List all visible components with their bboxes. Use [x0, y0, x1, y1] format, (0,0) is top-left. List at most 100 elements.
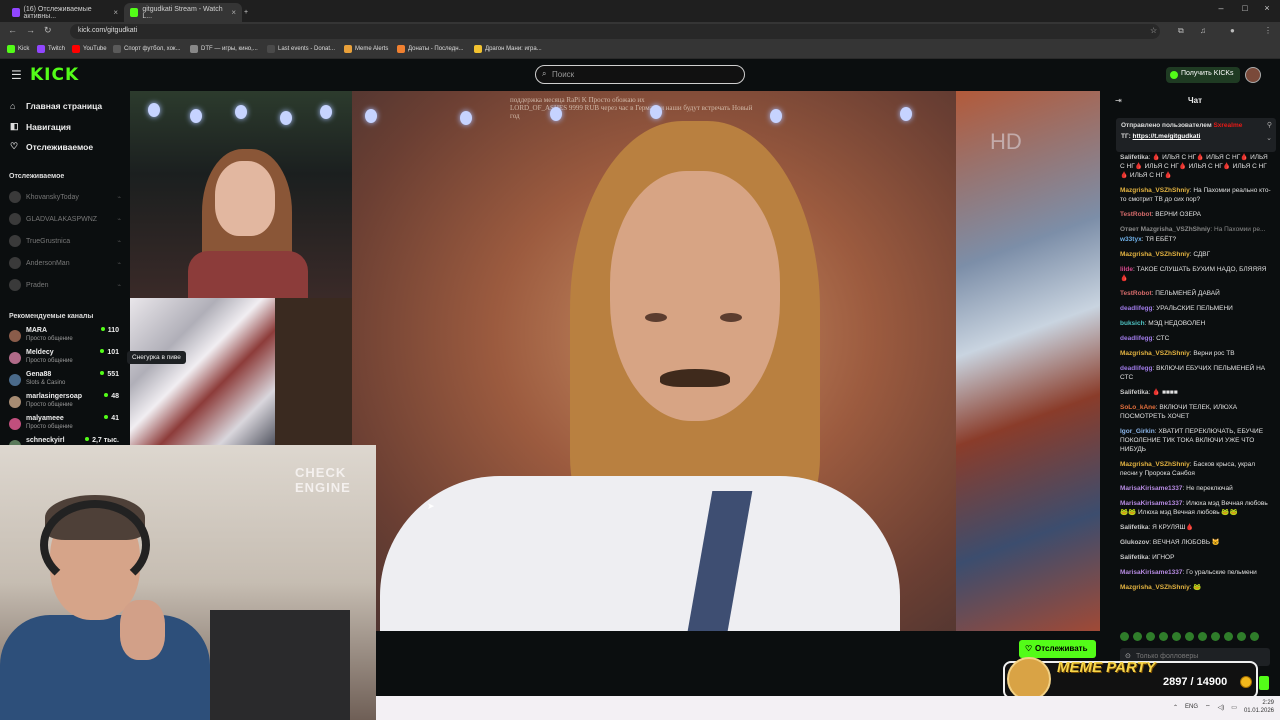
- emote-icon[interactable]: [1120, 632, 1129, 641]
- get-kicks-button[interactable]: Получить KICKs: [1166, 67, 1240, 83]
- browser-tab-active[interactable]: gitgudkati Stream - Watch L... ×: [124, 3, 242, 22]
- chat-username[interactable]: w33tyx: [1120, 236, 1142, 243]
- search-input[interactable]: ⌕ Поиск: [535, 65, 745, 84]
- chat-message[interactable]: Mazgrisha_VSZhShniy: 🐸: [1120, 583, 1272, 592]
- chat-username[interactable]: deadlifegg: [1120, 335, 1153, 342]
- nav-following[interactable]: ♡ Отслеживаемое: [10, 141, 93, 152]
- volume-icon[interactable]: ◁): [1218, 704, 1225, 711]
- emote-icon[interactable]: [1237, 632, 1246, 641]
- chat-message[interactable]: MarisaKirisame1337: Го уральские пельмен…: [1120, 568, 1272, 577]
- chat-message[interactable]: deadlifegg: СТС: [1120, 334, 1272, 343]
- following-channel[interactable]: Praden ⌁: [9, 279, 121, 291]
- chat-message[interactable]: Salifetika: ИГНОР: [1120, 553, 1272, 562]
- chat-username[interactable]: deadlifegg: [1120, 365, 1153, 372]
- chat-reply-context[interactable]: Ответ Mazgrisha_VSZhShniy: На Пахомии ре…: [1120, 225, 1272, 234]
- network-icon[interactable]: ⌔: [1205, 703, 1211, 711]
- chat-message[interactable]: MarisaKirisame1337: Не переключай: [1120, 484, 1272, 493]
- chat-message[interactable]: Mazgrisha_VSZhShniy: На Пахомии реально …: [1120, 186, 1272, 204]
- recommended-channel[interactable]: Gena88 Slots & Casino 551: [9, 371, 121, 393]
- bookmark-star-icon[interactable]: ☆: [1150, 26, 1157, 35]
- user-avatar[interactable]: [1245, 67, 1261, 83]
- maximize-icon[interactable]: □: [1234, 3, 1256, 13]
- extensions-icon[interactable]: ⧉: [1178, 26, 1184, 36]
- bookmark-item[interactable]: YouTube: [72, 45, 107, 53]
- chat-message[interactable]: buksich: МЭД НЕДОВОЛЕН: [1120, 319, 1272, 328]
- emote-icon[interactable]: [1198, 632, 1207, 641]
- chat-username[interactable]: Mazgrisha_VSZhShniy: [1120, 187, 1190, 194]
- chat-username[interactable]: TestRobot: [1120, 211, 1152, 218]
- reload-icon[interactable]: ↻: [44, 25, 52, 36]
- emote-icon[interactable]: [1224, 632, 1233, 641]
- chat-username[interactable]: Igor_Girkin: [1120, 428, 1155, 435]
- chat-username[interactable]: TestRobot: [1120, 290, 1152, 297]
- chat-username[interactable]: Salifetika: [1120, 154, 1149, 161]
- chat-message[interactable]: Mazgrisha_VSZhShniy: СДВГ: [1120, 250, 1272, 259]
- chat-message[interactable]: Salifetika: 🩸 ИЛЬЯ С НГ🩸 ИЛЬЯ С НГ🩸 ИЛЬЯ…: [1120, 153, 1272, 180]
- address-bar[interactable]: kick.com/gitgudkati: [70, 24, 1160, 39]
- chevron-up-icon[interactable]: ⌃: [1173, 704, 1178, 711]
- telegram-link[interactable]: https://t.me/gitgudkati: [1133, 133, 1201, 140]
- hamburger-menu-icon[interactable]: ☰: [11, 68, 22, 82]
- emote-icon[interactable]: [1185, 632, 1194, 641]
- browser-tab[interactable]: (16) Отслеживаемые активны... ×: [6, 3, 124, 22]
- nav-home[interactable]: ⌂ Главная страница: [10, 101, 102, 111]
- bookmark-item[interactable]: Донаты - Последн...: [397, 45, 464, 53]
- kick-logo[interactable]: KICK: [30, 65, 79, 85]
- following-channel[interactable]: KhovanskyToday ⌁: [9, 191, 121, 203]
- emote-icon[interactable]: [1159, 632, 1168, 641]
- bookmark-item[interactable]: Спорт футбол, хок...: [113, 45, 181, 53]
- recommended-channel[interactable]: malyameee Просто общение 41: [9, 415, 121, 437]
- emote-icon[interactable]: [1146, 632, 1155, 641]
- new-tab-button[interactable]: +: [244, 3, 258, 22]
- minimize-icon[interactable]: –: [1210, 3, 1232, 13]
- chat-username[interactable]: Mazgrisha_VSZhShniy: [1120, 584, 1190, 591]
- emote-icon[interactable]: [1211, 632, 1220, 641]
- chat-username[interactable]: Salifetika: [1120, 554, 1149, 561]
- chat-username[interactable]: Salifetika: [1120, 524, 1149, 531]
- chat-message[interactable]: MarisaKirisame1337: Илюха мэд Вечная люб…: [1120, 499, 1272, 517]
- emote-icon[interactable]: [1133, 632, 1142, 641]
- chat-username[interactable]: Mazgrisha_VSZhShniy: [1120, 461, 1190, 468]
- chat-username[interactable]: deadlifegg: [1120, 305, 1153, 312]
- media-icon[interactable]: ♫: [1200, 26, 1206, 35]
- chat-username[interactable]: buksich: [1120, 320, 1145, 327]
- close-tab-icon[interactable]: ×: [231, 8, 236, 17]
- chat-message[interactable]: lilde: ТАКОЕ СЛУШАТЬ БУХИМ НАДО, БЛЯЯЯЯ🩸: [1120, 265, 1272, 283]
- chat-message[interactable]: Mazgrisha_VSZhShniy: Басков крыса, украл…: [1120, 460, 1272, 478]
- language-indicator[interactable]: ENG: [1185, 704, 1198, 710]
- close-tab-icon[interactable]: ×: [113, 8, 118, 17]
- chevron-down-icon[interactable]: ⌄: [1266, 134, 1272, 142]
- chat-username[interactable]: Mazgrisha_VSZhShniy: [1120, 350, 1190, 357]
- chat-message[interactable]: deadlifegg: УРАЛЬСКИЕ ПЕЛЬМЕНИ: [1120, 304, 1272, 313]
- forward-icon[interactable]: →: [26, 25, 35, 35]
- emote-icon[interactable]: [1172, 632, 1181, 641]
- menu-icon[interactable]: ⋮: [1264, 26, 1272, 35]
- chat-message[interactable]: Igor_Girkin: ХВАТИТ ПЕРЕКЛЮЧАТЬ, ЕБУЧИЕ …: [1120, 427, 1272, 454]
- chat-message[interactable]: Glukozov: ВЕЧНАЯ ЛЮБОВЬ 🐱: [1120, 538, 1272, 547]
- pin-icon[interactable]: ⚲: [1267, 121, 1272, 129]
- chat-message[interactable]: TestRobot: ПЕЛЬМЕНЕЙ ДАВАЙ: [1120, 289, 1272, 298]
- chat-username[interactable]: MarisaKirisame1337: [1120, 569, 1183, 576]
- chat-username[interactable]: lilde: [1120, 266, 1133, 273]
- follow-button[interactable]: ♡ Отслеживать: [1019, 640, 1096, 658]
- chat-message[interactable]: deadlifegg: ВКЛЮЧИ ЕБУЧИХ ПЕЛЬМЕНЕЙ НА С…: [1120, 364, 1272, 382]
- chat-username[interactable]: Salifetika: [1120, 389, 1149, 396]
- clock[interactable]: 2:29 01.01.2026: [1244, 699, 1274, 715]
- pinned-message[interactable]: Отправлено пользователем Sxrealme ТГ: ht…: [1116, 118, 1276, 152]
- chat-message[interactable]: Salifetika: 🩸 ■■■■: [1120, 388, 1272, 397]
- chat-username[interactable]: Glukozov: [1120, 539, 1149, 546]
- emote-icon[interactable]: [1250, 632, 1259, 641]
- chat-username[interactable]: MarisaKirisame1337: [1120, 485, 1183, 492]
- bookmark-item[interactable]: DTF — игры, кино,...: [190, 45, 258, 53]
- battery-icon[interactable]: ▭: [1231, 704, 1237, 711]
- recommended-channel[interactable]: MARA Просто общение 110: [9, 327, 121, 349]
- chat-message[interactable]: w33tyx: ТЯ ЕБЁТ?: [1120, 235, 1272, 244]
- chat-message[interactable]: SoLo_kAne: ВКЛЮЧИ ТЕЛЕК, ИЛЮХА ПОСМОТРЕТ…: [1120, 403, 1272, 421]
- chat-username[interactable]: Mazgrisha_VSZhShniy: [1120, 251, 1190, 258]
- chat-username[interactable]: MarisaKirisame1337: [1120, 500, 1183, 507]
- profile-icon[interactable]: ●: [1230, 26, 1235, 35]
- back-icon[interactable]: ←: [8, 25, 17, 35]
- bookmark-item[interactable]: Kick: [7, 45, 29, 53]
- bookmark-item[interactable]: Meme Alerts: [344, 45, 388, 53]
- nav-browse[interactable]: ◧ Навигация: [10, 121, 71, 132]
